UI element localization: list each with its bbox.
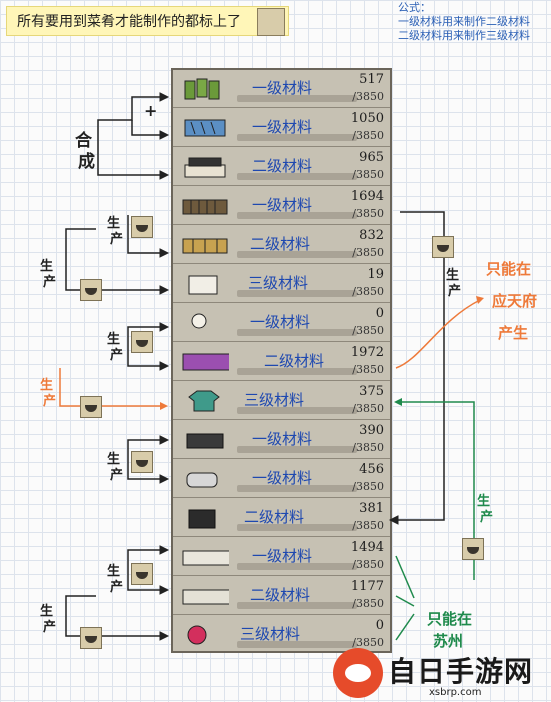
plus-mark: + — [144, 101, 158, 120]
yingtian-note-1: 只能在 — [486, 260, 532, 278]
synth-label-2: 成 — [78, 152, 95, 172]
site-logo-icon — [333, 648, 383, 698]
dish-bowl-icon — [131, 216, 153, 238]
watermark-url: xsbrp.com — [429, 687, 482, 698]
produce-label-2: 产 — [43, 394, 57, 409]
watermark: 自日手游网 xsbrp.com — [333, 648, 551, 702]
produce-label-2: 产 — [110, 232, 124, 247]
dish-bowl-icon — [80, 627, 102, 649]
dish-bowl-icon — [131, 563, 153, 585]
dish-bowl-icon — [131, 331, 153, 353]
produce-label-2: 产 — [43, 620, 57, 635]
dish-bowl-icon — [131, 451, 153, 473]
produce-label-2: 产 — [110, 468, 124, 483]
yingtian-note-3: 产生 — [498, 324, 529, 342]
produce-label-2: 产 — [110, 348, 124, 363]
produce-label-2: 产 — [480, 510, 494, 525]
dish-bowl-icon — [462, 538, 484, 560]
produce-label-2: 产 — [448, 284, 462, 299]
suzhou-note-1: 只能在 — [427, 610, 473, 628]
produce-label-2: 产 — [43, 275, 57, 290]
dish-bowl-icon — [432, 236, 454, 258]
produce-label-2: 产 — [110, 580, 124, 595]
dish-bowl-icon — [80, 279, 102, 301]
flow-connectors — [59, 92, 484, 641]
dish-bowl-icon — [80, 396, 102, 418]
yingtian-note-2: 应天府 — [492, 292, 538, 310]
watermark-title: 自日手游网 — [388, 655, 534, 688]
